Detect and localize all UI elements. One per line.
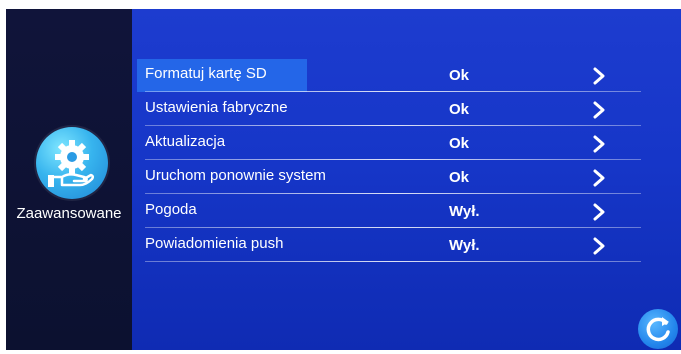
menu-item-value: Ok — [449, 169, 470, 186]
sidebar: Zaawansowane — [6, 9, 132, 350]
chevron-right-icon[interactable] — [589, 201, 609, 223]
menu-item-restart-system[interactable]: Uruchom ponownie system Ok — [137, 161, 661, 194]
row-divider — [145, 91, 641, 92]
menu-item-weather[interactable]: Pogoda Wył. — [137, 195, 661, 228]
menu-item-push-notifications[interactable]: Powiadomienia push Wył. — [137, 229, 661, 262]
refresh-button[interactable] — [638, 309, 678, 349]
menu-item-value: Ok — [449, 67, 470, 84]
row-divider — [145, 261, 641, 262]
menu-item-update[interactable]: Aktualizacja Ok — [137, 127, 661, 160]
menu-item-value: Wył. — [449, 237, 480, 254]
chevron-right-icon[interactable] — [589, 235, 609, 257]
menu-item-label: Aktualizacja — [145, 133, 226, 150]
menu-item-label: Formatuj kartę SD — [145, 65, 267, 82]
menu-item-format-sd[interactable]: Formatuj kartę SD Ok — [137, 59, 661, 92]
menu-item-label: Uruchom ponownie system — [145, 167, 326, 184]
row-divider — [145, 193, 641, 194]
gear-hand-icon[interactable] — [36, 127, 108, 199]
menu-item-label: Powiadomienia push — [145, 235, 284, 252]
row-divider — [145, 125, 641, 126]
sidebar-label: Zaawansowane — [16, 205, 122, 222]
chevron-right-icon[interactable] — [589, 65, 609, 87]
screen: Zaawansowane Formatuj kartę SD Ok Ustawi… — [6, 9, 681, 350]
chevron-right-icon[interactable] — [589, 133, 609, 155]
menu-item-label: Ustawienia fabryczne — [145, 99, 288, 116]
menu-item-value: Ok — [449, 135, 470, 152]
menu-item-value: Ok — [449, 101, 470, 118]
menu-item-factory-settings[interactable]: Ustawienia fabryczne Ok — [137, 93, 661, 126]
row-divider — [145, 227, 641, 228]
refresh-icon — [646, 317, 670, 342]
menu-item-label: Pogoda — [145, 201, 197, 218]
row-divider — [145, 159, 641, 160]
menu-item-value: Wył. — [449, 203, 480, 220]
chevron-right-icon[interactable] — [589, 167, 609, 189]
chevron-right-icon[interactable] — [589, 99, 609, 121]
